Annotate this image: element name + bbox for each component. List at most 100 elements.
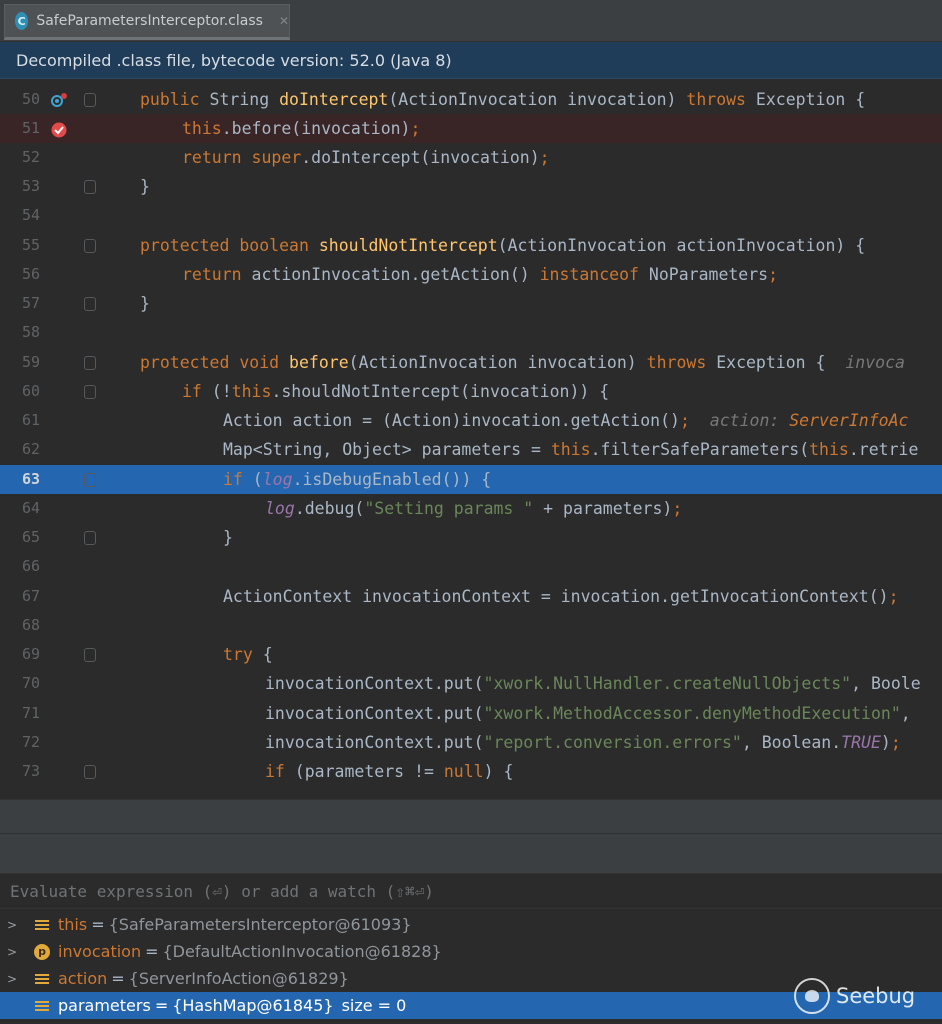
variable-name: this xyxy=(58,915,88,934)
code-text: public String doIntercept(ActionInvocati… xyxy=(140,90,866,109)
line-number: 54 xyxy=(21,206,40,224)
line-number: 61 xyxy=(21,411,40,429)
line-number: 57 xyxy=(21,294,40,312)
method-breakpoint-icon[interactable] xyxy=(50,92,67,108)
fold-icon[interactable] xyxy=(84,531,96,545)
code-line: 68 xyxy=(0,611,942,640)
code-line: 56 return actionInvocation.getAction() i… xyxy=(0,260,942,289)
banner-text: Decompiled .class file, bytecode version… xyxy=(16,50,452,70)
code-text: if (!this.shouldNotIntercept(invocation)… xyxy=(182,382,610,401)
expand-chevron-icon[interactable]: > xyxy=(0,972,24,986)
code-line: 67 ActionContext invocationContext = inv… xyxy=(0,582,942,611)
decompiled-banner: Decompiled .class file, bytecode version… xyxy=(0,42,942,79)
line-number: 71 xyxy=(21,704,40,722)
line-number: 67 xyxy=(21,587,40,605)
variable-value: {DefaultActionInvocation@61828} xyxy=(162,942,442,961)
code-line: 69 try { xyxy=(0,640,942,669)
field-list-icon xyxy=(34,998,50,1014)
line-number: 53 xyxy=(21,177,40,195)
code-line: 58 xyxy=(0,318,942,347)
code-text: if (log.isDebugEnabled()) { xyxy=(223,470,492,489)
seebug-logo-icon xyxy=(794,978,830,1014)
field-list-icon xyxy=(34,971,50,987)
fold-icon[interactable] xyxy=(84,648,96,662)
line-number: 55 xyxy=(21,236,40,254)
code-line-current: 63 if (log.isDebugEnabled()) { xyxy=(0,465,942,494)
code-text: } xyxy=(140,177,150,196)
panel-divider[interactable] xyxy=(0,799,942,833)
line-number: 70 xyxy=(21,674,40,692)
fold-icon[interactable] xyxy=(84,180,96,194)
expand-chevron-icon[interactable]: > xyxy=(0,918,24,932)
line-number: 63 xyxy=(21,470,40,488)
code-text: this.before(invocation); xyxy=(182,119,421,138)
code-line: 60 if (!this.shouldNotIntercept(invocati… xyxy=(0,377,942,406)
equals-sign: = xyxy=(111,969,125,988)
code-editor[interactable]: 50 public String doIntercept(ActionInvoc… xyxy=(0,79,942,799)
line-number: 50 xyxy=(21,90,40,108)
fold-icon[interactable] xyxy=(84,297,96,311)
code-line: 61 Action action = (Action)invocation.ge… xyxy=(0,406,942,435)
variable-name: action xyxy=(58,969,108,988)
code-text: Action action = (Action)invocation.getAc… xyxy=(223,411,909,430)
expand-chevron-icon[interactable]: > xyxy=(0,945,24,959)
close-icon[interactable]: ✕ xyxy=(279,14,289,28)
line-number: 56 xyxy=(21,265,40,283)
variable-row[interactable]: > p invocation = {DefaultActionInvocatio… xyxy=(0,938,942,965)
code-text: protected boolean shouldNotIntercept(Act… xyxy=(140,236,866,255)
code-text: try { xyxy=(223,645,273,664)
code-line: 62 Map<String, Object> parameters = this… xyxy=(0,435,942,464)
tab-label: SafeParametersInterceptor.class xyxy=(36,13,263,29)
line-number: 58 xyxy=(21,323,40,341)
code-line: 70 invocationContext.put("xwork.NullHand… xyxy=(0,669,942,698)
code-line: 72 invocationContext.put("report.convers… xyxy=(0,728,942,757)
code-text: return super.doIntercept(invocation); xyxy=(182,148,550,167)
line-number: 62 xyxy=(21,440,40,458)
line-number: 59 xyxy=(21,353,40,371)
variable-row[interactable]: > this = {SafeParametersInterceptor@6109… xyxy=(0,911,942,938)
code-text: protected void before(ActionInvocation i… xyxy=(140,353,905,372)
code-line: 64 log.debug("Setting params " + paramet… xyxy=(0,494,942,523)
code-line-breakpoint: 51 this.before(invocation); xyxy=(0,114,942,143)
code-line: 52 return super.doIntercept(invocation); xyxy=(0,143,942,172)
line-number: 69 xyxy=(21,645,40,663)
evaluate-expression-field[interactable]: Evaluate expression (⏎) or add a watch (… xyxy=(0,873,942,909)
fold-icon[interactable] xyxy=(84,385,96,399)
fold-icon[interactable] xyxy=(84,93,96,107)
parameter-icon: p xyxy=(34,943,50,960)
watermark-text: Seebug xyxy=(836,984,916,1008)
line-number: 68 xyxy=(21,616,40,634)
fold-icon[interactable] xyxy=(84,765,96,779)
code-text: } xyxy=(223,528,233,547)
editor-tab[interactable]: C SafeParametersInterceptor.class ✕ xyxy=(4,4,290,40)
line-number: 60 xyxy=(21,382,40,400)
breakpoint-icon[interactable] xyxy=(50,121,67,138)
code-text: Map<String, Object> parameters = this.fi… xyxy=(223,440,919,459)
code-text: ActionContext invocationContext = invoca… xyxy=(223,587,899,606)
evaluate-placeholder: Evaluate expression (⏎) or add a watch (… xyxy=(10,881,434,901)
line-number: 51 xyxy=(21,119,40,137)
code-line: 57 } xyxy=(0,289,942,318)
code-line: 59 protected void before(ActionInvocatio… xyxy=(0,348,942,377)
code-text: invocationContext.put("xwork.MethodAcces… xyxy=(265,704,911,723)
fold-icon[interactable] xyxy=(84,356,96,370)
code-line-partial xyxy=(0,786,942,799)
variable-value: {HashMap@61845} xyxy=(172,996,334,1015)
code-line: 53 } xyxy=(0,172,942,201)
code-line: 55 protected boolean shouldNotIntercept(… xyxy=(0,231,942,260)
equals-sign: = xyxy=(91,915,105,934)
code-line: 65 } xyxy=(0,523,942,552)
debug-toolbar xyxy=(0,833,942,873)
watermark: Seebug xyxy=(794,976,915,1016)
code-text: return actionInvocation.getAction() inst… xyxy=(182,265,779,284)
fold-icon[interactable] xyxy=(84,239,96,253)
field-list-icon xyxy=(34,917,50,933)
editor-tab-bar: C SafeParametersInterceptor.class ✕ xyxy=(0,0,942,42)
variable-value: {ServerInfoAction@61829} xyxy=(128,969,349,988)
code-line: 54 xyxy=(0,201,942,230)
code-line: 66 xyxy=(0,552,942,581)
code-text: invocationContext.put("xwork.NullHandler… xyxy=(265,674,921,693)
variable-value: {SafeParametersInterceptor@61093} xyxy=(108,915,412,934)
fold-icon[interactable] xyxy=(84,473,96,487)
variable-size: size = 0 xyxy=(341,996,407,1015)
